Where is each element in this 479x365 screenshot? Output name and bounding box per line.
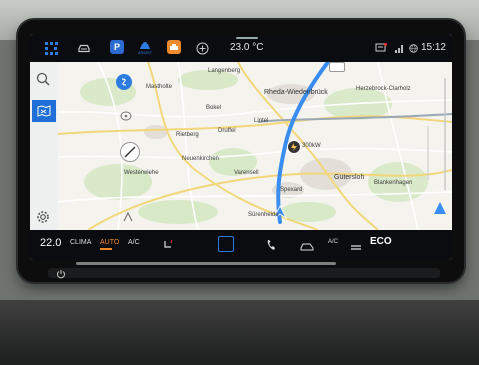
driving-profile-icon[interactable]	[167, 40, 181, 54]
place-label: Druffel	[218, 128, 236, 134]
map-icon	[37, 105, 51, 117]
place-label: Rietberg	[176, 132, 199, 138]
auto-indicator	[100, 248, 112, 250]
place-label: Spexard	[280, 187, 303, 193]
signal-icon	[392, 40, 406, 56]
auto-button[interactable]: AUTO	[100, 239, 119, 246]
driver-temperature[interactable]: 22.0	[40, 237, 61, 249]
power-icon[interactable]	[56, 266, 66, 284]
add-shortcut-icon[interactable]	[194, 40, 210, 56]
climate-bar: 22.0 CLIMA AUTO A/C A/C ECO	[30, 230, 452, 260]
no-entry-icon[interactable]	[120, 142, 140, 162]
assist-icon	[140, 42, 150, 49]
phone-icon[interactable]	[266, 238, 276, 256]
route-options-icon[interactable]	[122, 210, 134, 228]
place-label: Sürenheide	[248, 212, 279, 218]
route-marker-icon	[329, 62, 345, 72]
outside-temperature: 23.0 °C	[230, 42, 264, 53]
search-icon[interactable]	[36, 72, 50, 91]
charger-power-label: 300kW	[302, 143, 321, 149]
globe-icon	[407, 40, 419, 56]
clima-button[interactable]: CLIMA	[70, 239, 91, 246]
touch-slider-strip[interactable]	[48, 268, 440, 278]
place-label: Langenberg	[208, 68, 241, 74]
assist-label: ASSIST	[137, 50, 153, 55]
seat-heat-left-icon[interactable]	[162, 238, 174, 256]
parking-button[interactable]: P	[110, 40, 124, 54]
place-label: Westerwiehe	[124, 170, 159, 176]
assist-button[interactable]: ASSIST	[134, 40, 156, 56]
background-dashboard	[0, 300, 479, 365]
voice-guidance-icon[interactable]	[116, 74, 132, 90]
volume-slider[interactable]	[76, 262, 336, 265]
temperature-indicator	[236, 37, 258, 39]
max-ac-button[interactable]: A/C	[328, 239, 338, 245]
nav-sidebar	[30, 62, 58, 230]
place-label: Mastholte	[146, 84, 173, 90]
place-label: Rheda-Wiedenbrück	[264, 89, 328, 96]
settings-gear-icon[interactable]	[36, 210, 50, 229]
place-label: Lintel	[254, 118, 269, 124]
place-label: Blankenhagen	[374, 180, 413, 186]
status-bar: P ASSIST 23.0 °C 15:12	[30, 34, 452, 62]
rear-defrost-icon[interactable]	[350, 239, 362, 257]
notifications-icon[interactable]	[374, 40, 388, 56]
seat-heat-right-icon[interactable]	[300, 238, 314, 256]
infotainment-screen: P ASSIST 23.0 °C 15:12 300kW Langenberg …	[30, 34, 452, 260]
place-label: Gütersloh	[334, 174, 365, 181]
home-button[interactable]	[218, 236, 234, 252]
place-label: Neuenkirchen	[182, 156, 220, 162]
place-label: Bokel	[206, 105, 222, 111]
car-icon[interactable]	[76, 40, 92, 56]
clock: 15:12	[420, 42, 446, 53]
eco-button[interactable]: ECO	[370, 236, 392, 247]
place-label: Varensell	[234, 170, 259, 176]
navigation-map[interactable]: 300kW Langenberg Mastholte Rheda-Wiedenb…	[58, 62, 452, 230]
place-label: Herzebrock-Clarholz	[356, 86, 411, 92]
traffic-icon[interactable]	[120, 108, 132, 126]
ac-button[interactable]: A/C	[128, 239, 140, 246]
app-menu-icon[interactable]	[42, 40, 64, 56]
charging-station-icon[interactable]	[287, 140, 301, 154]
map-view-button[interactable]	[32, 100, 56, 122]
